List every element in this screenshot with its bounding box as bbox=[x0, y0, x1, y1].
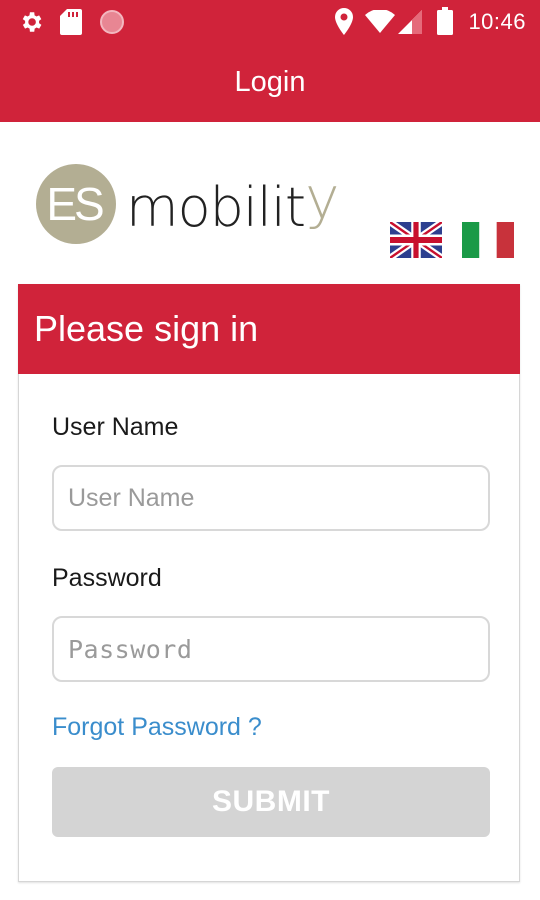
logo-wordmark: mobility bbox=[126, 164, 339, 239]
es-mobility-logo: ES mobility bbox=[36, 164, 339, 248]
password-label: Password bbox=[52, 564, 162, 592]
flag-italy-icon[interactable] bbox=[462, 222, 514, 258]
location-pin-icon bbox=[335, 8, 353, 35]
forgot-password-link[interactable]: Forgot Password ? bbox=[52, 713, 262, 742]
app-bar-title: Login bbox=[234, 65, 306, 98]
status-time: 10:46 bbox=[468, 9, 526, 34]
submit-button[interactable]: SUBMIT bbox=[52, 767, 490, 837]
username-input[interactable] bbox=[52, 465, 490, 531]
status-bar: 10:46 bbox=[0, 0, 540, 42]
battery-icon bbox=[437, 7, 453, 35]
password-input[interactable] bbox=[52, 616, 490, 682]
app-bar: Login bbox=[0, 42, 540, 122]
sign-in-heading: Please sign in bbox=[18, 284, 520, 374]
gear-icon bbox=[22, 12, 42, 32]
sign-in-card: Please sign in User Name Password Forgot… bbox=[18, 284, 520, 882]
wifi-icon bbox=[365, 10, 395, 33]
record-icon bbox=[100, 10, 124, 34]
sd-card-icon bbox=[60, 9, 82, 35]
logo-monogram: ES bbox=[36, 164, 116, 244]
cell-signal-icon bbox=[398, 10, 422, 34]
flag-uk-icon[interactable] bbox=[390, 222, 442, 258]
username-label: User Name bbox=[52, 413, 179, 441]
